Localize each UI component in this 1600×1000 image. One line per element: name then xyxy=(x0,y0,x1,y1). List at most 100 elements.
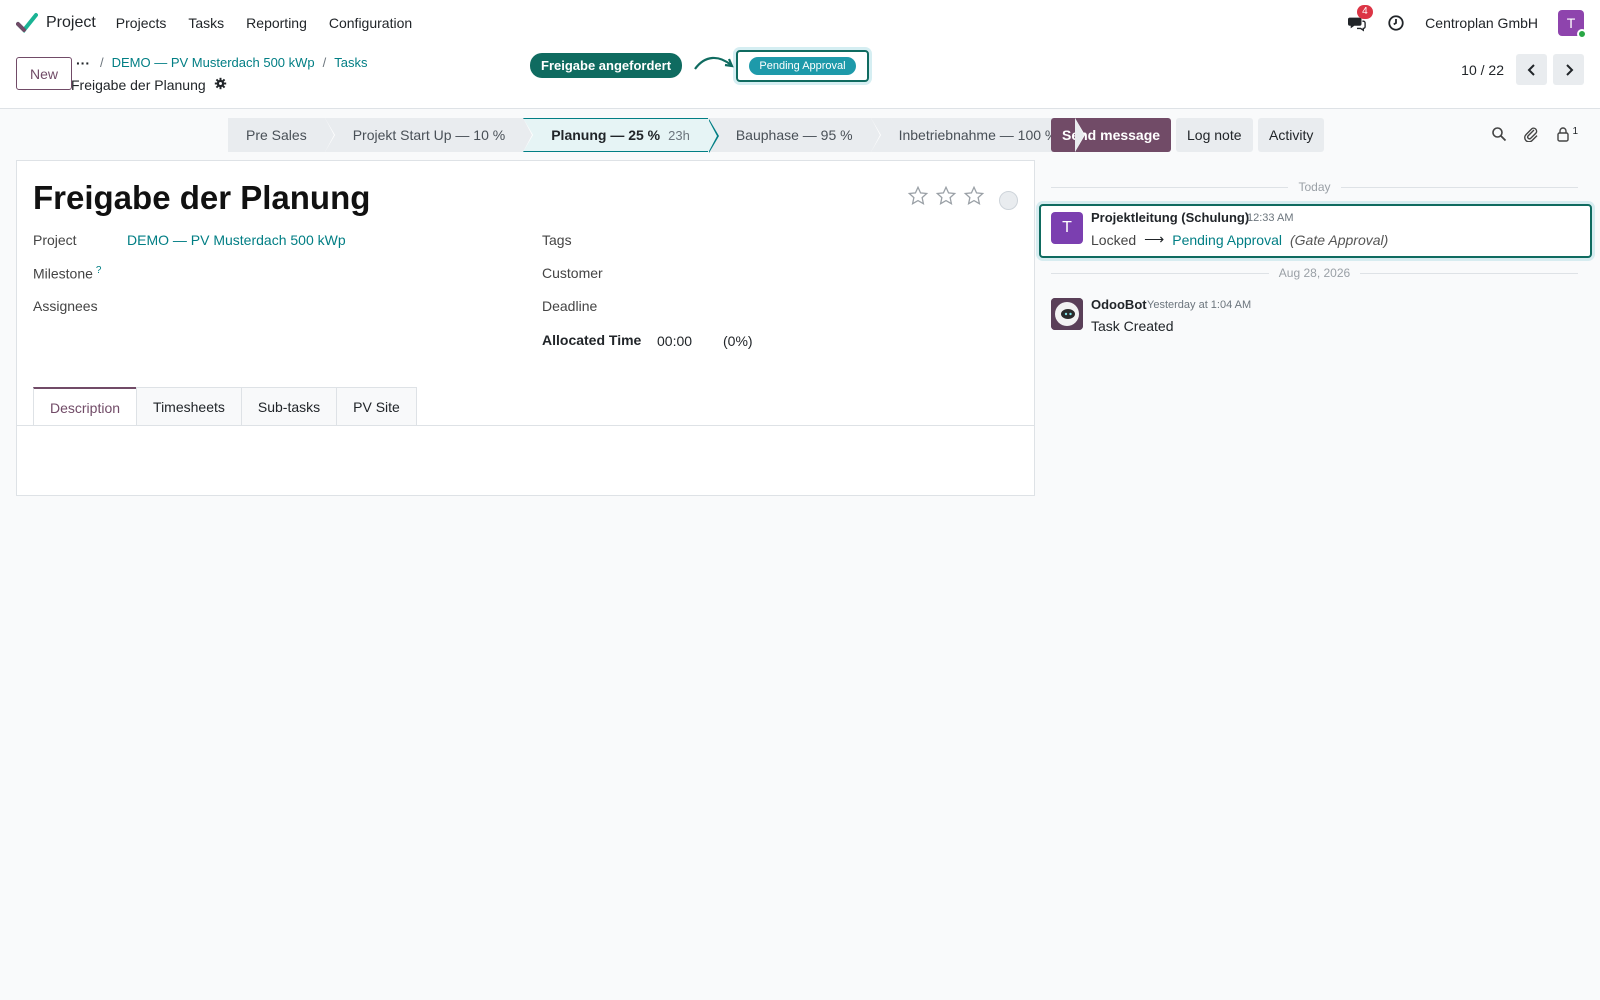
top-navbar: Project Projects Tasks Reporting Configu… xyxy=(0,0,1600,45)
author-avatar[interactable]: T xyxy=(1051,212,1083,244)
arrow-right-icon: ⟶ xyxy=(1144,231,1165,247)
online-status-dot xyxy=(1577,28,1587,39)
deadline-field[interactable] xyxy=(657,298,1017,316)
date-separator-label: Today xyxy=(1298,180,1331,194)
pending-approval-highlight: Pending Approval xyxy=(736,50,869,82)
stage-inbetriebnahme[interactable]: Inbetriebnahme — 100 % xyxy=(871,118,1086,152)
breadcrumb-project-link[interactable]: DEMO — PV Musterdach 500 kWp xyxy=(112,55,315,70)
project-field[interactable]: DEMO — PV Musterdach 500 kWp xyxy=(127,232,346,248)
star-icon[interactable] xyxy=(963,185,985,207)
deadline-label: Deadline xyxy=(542,298,598,314)
app-logo[interactable]: Project xyxy=(16,12,96,34)
tab-pv-site[interactable]: PV Site xyxy=(336,387,417,426)
user-initial: T xyxy=(1566,14,1576,31)
send-message-button[interactable]: Send message xyxy=(1051,118,1172,152)
tab-timesheets[interactable]: Timesheets xyxy=(136,387,242,426)
chatter-toolbar: 1 xyxy=(1491,126,1578,142)
activities-button[interactable] xyxy=(1387,14,1405,32)
followers-button[interactable]: 1 xyxy=(1555,126,1578,142)
menu-reporting[interactable]: Reporting xyxy=(246,15,307,31)
log-note-button[interactable]: Log note xyxy=(1176,118,1253,152)
customer-field[interactable] xyxy=(657,265,1017,283)
separator-line xyxy=(1051,186,1289,188)
followers-count: 1 xyxy=(1572,126,1578,137)
project-label: Project xyxy=(33,232,77,248)
menu-tasks[interactable]: Tasks xyxy=(188,15,224,31)
star-icon[interactable] xyxy=(907,185,929,207)
tracking-value: Locked ⟶ Pending Approval (Gate Approval… xyxy=(1091,231,1388,248)
pager-next-button[interactable] xyxy=(1553,54,1584,85)
messages-badge: 4 xyxy=(1357,4,1373,19)
breadcrumb-separator: / xyxy=(100,55,104,70)
more-actions-button[interactable]: ··· xyxy=(76,55,90,71)
tags-label: Tags xyxy=(542,232,572,248)
message-author[interactable]: Projektleitung (Schulung) xyxy=(1091,210,1249,225)
breadcrumb: / DEMO — PV Musterdach 500 kWp / Tasks xyxy=(100,55,368,70)
date-separator-label: Aug 28, 2026 xyxy=(1278,266,1351,280)
message-body: Task Created xyxy=(1091,318,1174,334)
stage-label: Projekt Start Up — 10 % xyxy=(352,127,506,143)
pager-value[interactable]: 10 / 22 xyxy=(1461,62,1504,78)
stage-label: Inbetriebnahme — 100 % xyxy=(898,127,1058,143)
stage-hours: 23h xyxy=(668,127,690,143)
search-icon[interactable] xyxy=(1491,126,1507,142)
company-switcher[interactable]: Centroplan GmbH xyxy=(1425,15,1538,31)
kanban-state-circle[interactable] xyxy=(999,191,1018,210)
stage-pre-sales[interactable]: Pre Sales xyxy=(228,118,335,152)
assignees-label: Assignees xyxy=(33,298,98,314)
help-tooltip-icon[interactable]: ? xyxy=(96,265,102,276)
star-icon[interactable] xyxy=(935,185,957,207)
paperclip-icon[interactable] xyxy=(1523,126,1539,142)
date-separator-today: Today xyxy=(1051,180,1578,194)
tracking-field-name: (Gate Approval) xyxy=(1290,231,1389,248)
odoobot-avatar[interactable] xyxy=(1051,298,1083,330)
date-separator-aug-28: Aug 28, 2026 xyxy=(1051,266,1578,280)
assignees-field[interactable] xyxy=(127,298,507,316)
milestone-field[interactable] xyxy=(127,265,507,283)
milestone-label-text: Milestone xyxy=(33,265,93,282)
message-author[interactable]: OdooBot xyxy=(1091,297,1147,312)
messaging-button[interactable]: 4 xyxy=(1347,4,1373,33)
annotation-pill: Freigabe angefordert xyxy=(530,53,683,78)
tab-description[interactable]: Description xyxy=(33,387,138,426)
gear-icon[interactable] xyxy=(214,77,227,93)
menu-projects[interactable]: Projects xyxy=(116,15,167,31)
stage-bauphase[interactable]: Bauphase — 95 % xyxy=(708,118,881,152)
app-name[interactable]: Project xyxy=(46,14,96,32)
separator-line xyxy=(1051,272,1269,274)
tab-divider xyxy=(17,425,1034,426)
menu-configuration[interactable]: Configuration xyxy=(329,15,412,31)
user-avatar[interactable]: T xyxy=(1558,9,1587,39)
pending-approval-badge[interactable]: Pending Approval xyxy=(749,57,856,75)
priority-widget xyxy=(907,185,985,207)
separator-line xyxy=(1360,272,1578,274)
separator-line xyxy=(1340,186,1578,188)
stage-projekt-start-up[interactable]: Projekt Start Up — 10 % xyxy=(325,118,533,152)
stage-label: Planung — 25 % xyxy=(551,127,661,143)
tracking-new-value: Pending Approval xyxy=(1172,231,1282,248)
allocated-time-percent: (0%) xyxy=(723,333,753,349)
task-title-field[interactable]: Freigabe der Planung xyxy=(33,179,370,217)
clock-icon xyxy=(1388,14,1404,31)
description-editor[interactable] xyxy=(33,431,1018,486)
breadcrumb-tasks-link[interactable]: Tasks xyxy=(334,55,367,70)
new-button[interactable]: New xyxy=(16,57,73,90)
pager: 10 / 22 xyxy=(1461,54,1584,85)
tab-sub-tasks[interactable]: Sub-tasks xyxy=(240,387,338,426)
milestone-label: Milestone? xyxy=(33,265,101,282)
tags-field[interactable] xyxy=(657,232,1017,250)
stage-statusbar: Pre Sales Projekt Start Up — 10 % Planun… xyxy=(228,118,1086,153)
chevron-left-icon xyxy=(1527,63,1535,76)
record-title: Freigabe der Planung xyxy=(71,77,206,93)
form-sheet: Freigabe der Planung Project DEMO — PV M… xyxy=(16,160,1035,496)
activity-button[interactable]: Activity xyxy=(1258,118,1325,152)
project-check-icon xyxy=(16,12,38,33)
tracking-old-value: Locked xyxy=(1091,231,1137,248)
robot-icon xyxy=(1051,298,1083,330)
notebook-tabs: Description Timesheets Sub-tasks PV Site xyxy=(33,387,417,426)
stage-label: Bauphase — 95 % xyxy=(735,127,853,143)
allocated-time-field[interactable]: 00:00 xyxy=(657,333,692,349)
stage-planung[interactable]: Planung — 25 % 23h xyxy=(523,118,719,153)
pager-previous-button[interactable] xyxy=(1516,54,1547,85)
lock-icon xyxy=(1557,127,1570,142)
